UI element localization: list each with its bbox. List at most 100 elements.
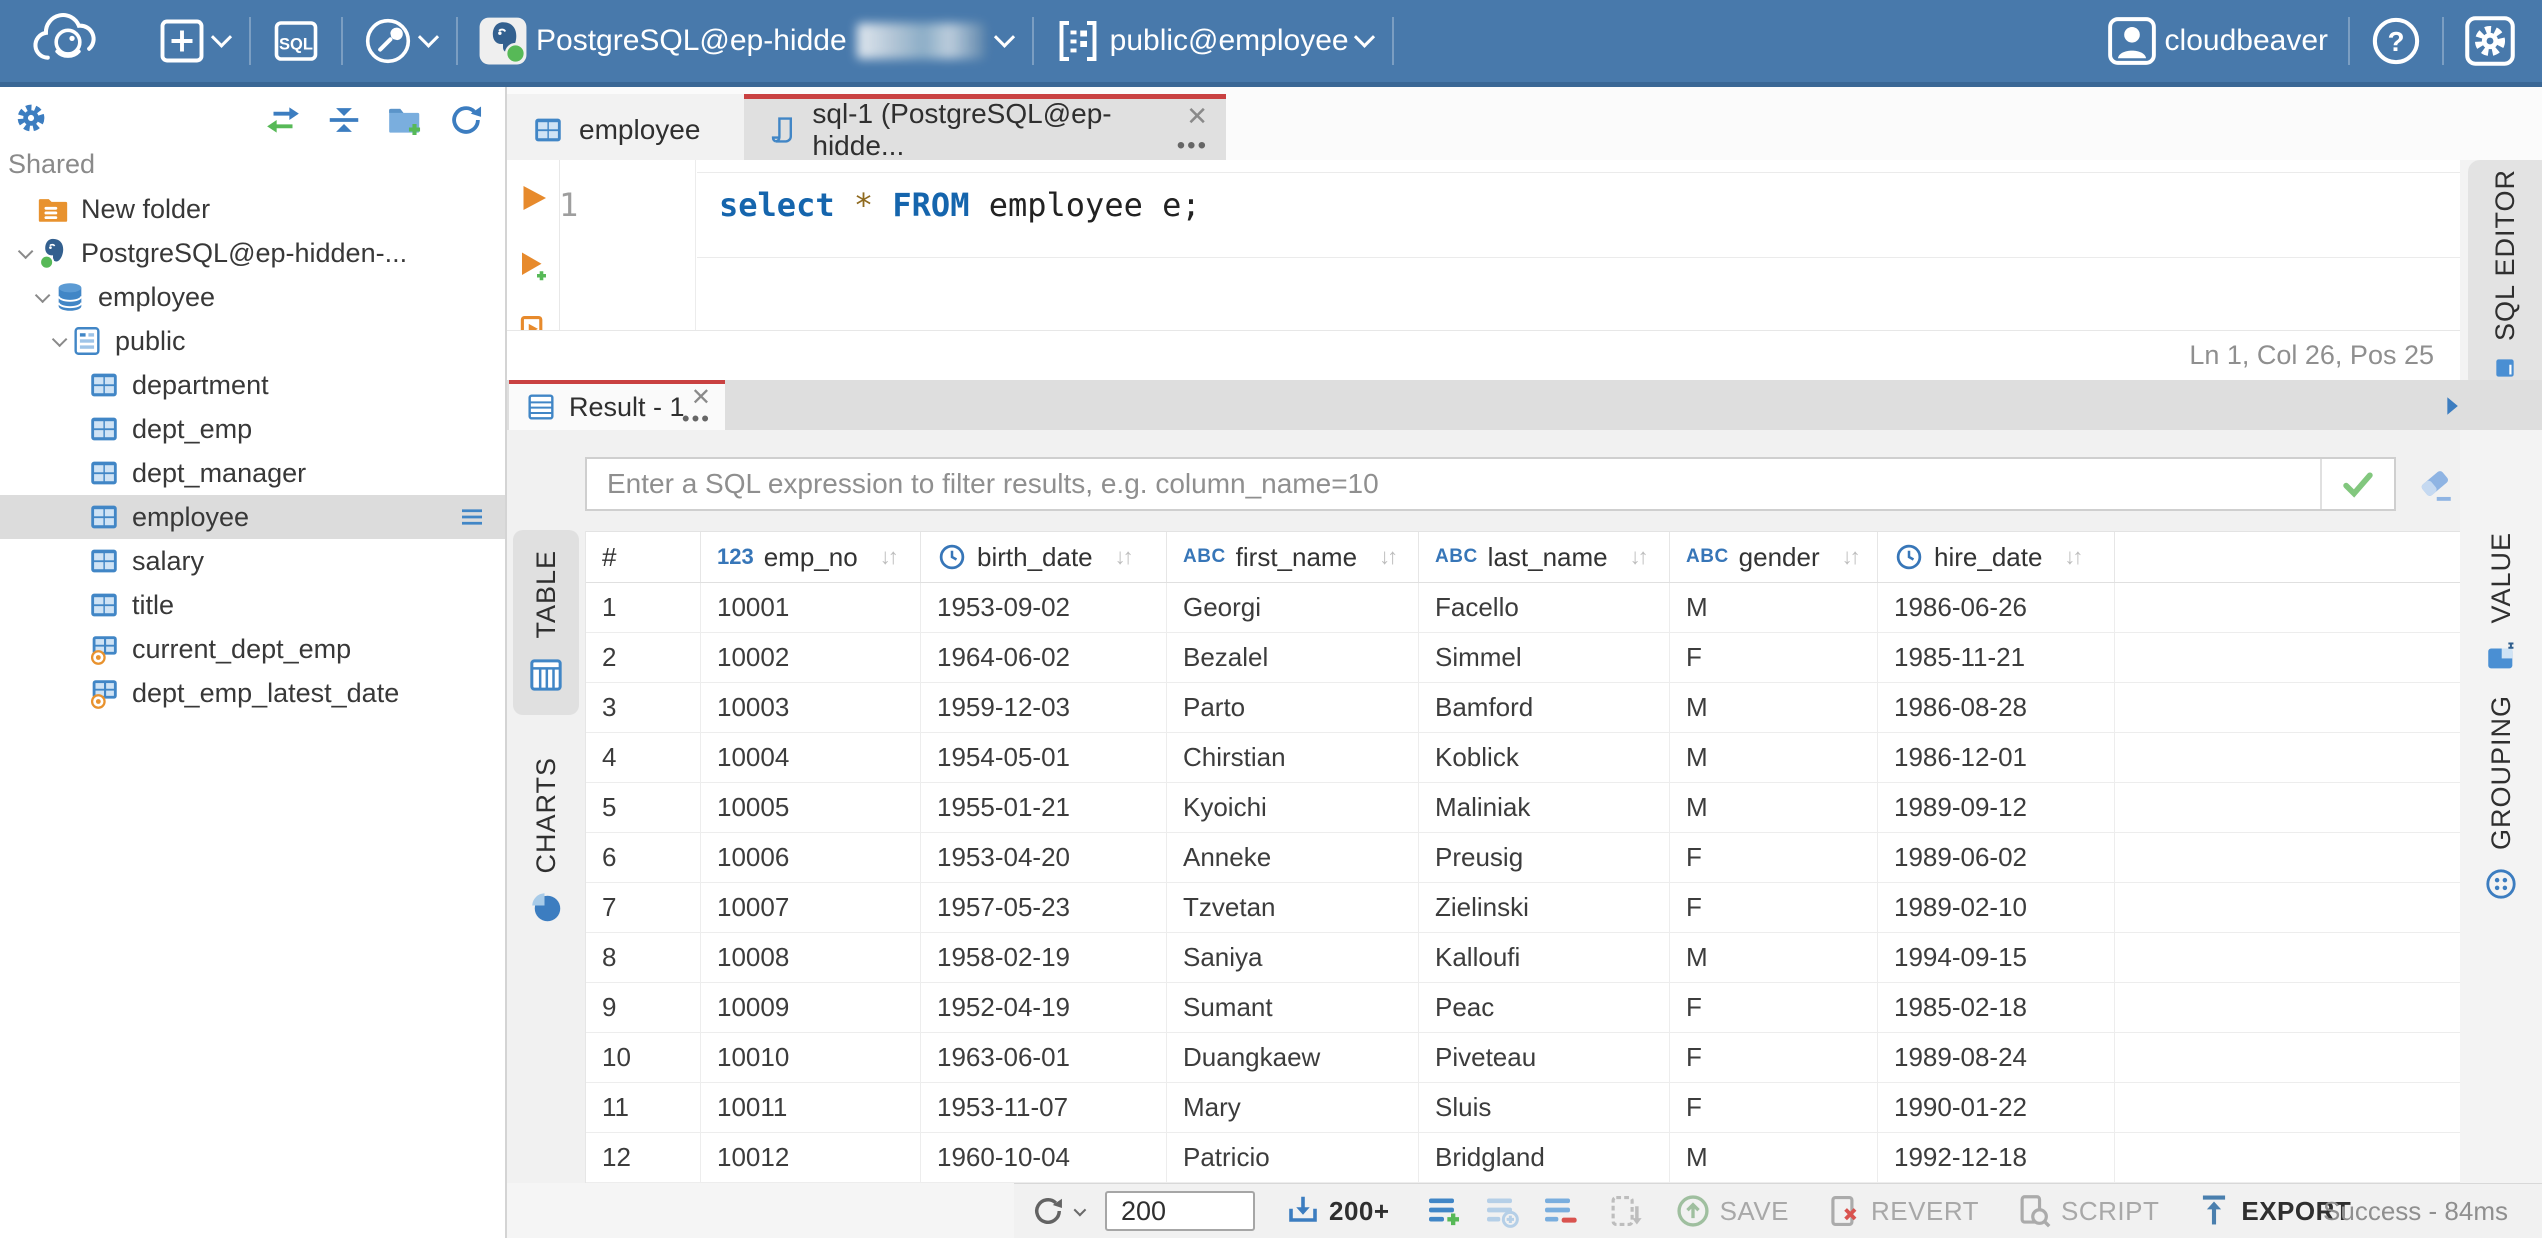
data-cell[interactable]: 1953-11-07 — [921, 1083, 1167, 1132]
data-cell[interactable]: 1986-06-26 — [1878, 583, 2115, 632]
new-folder-button[interactable] — [385, 101, 425, 144]
data-cell[interactable]: M — [1670, 783, 1878, 832]
save-button[interactable]: SAVE — [1674, 1192, 1789, 1230]
table-row[interactable]: 11 10011 1953-11-07 Mary Sluis F 1990-01-22 — [586, 1083, 2460, 1133]
sort-icon[interactable]: ↓↑ — [1115, 544, 1134, 570]
row-number-cell[interactable]: 1 — [586, 583, 701, 632]
data-cell[interactable]: Chirstian — [1167, 733, 1419, 782]
table-row[interactable]: 9 10009 1952-04-19 Sumant Peac F 1985-02-18 — [586, 983, 2460, 1033]
data-cell[interactable]: F — [1670, 833, 1878, 882]
row-number-cell[interactable]: 6 — [586, 833, 701, 882]
data-cell[interactable]: 10004 — [701, 733, 921, 782]
data-cell[interactable]: 1953-09-02 — [921, 583, 1167, 632]
data-cell[interactable]: 1960-10-04 — [921, 1133, 1167, 1182]
data-cell[interactable]: 1986-12-01 — [1878, 733, 2115, 782]
tree-item-new-folder[interactable]: New folder — [0, 187, 505, 231]
sort-icon[interactable]: ↓↑ — [1379, 544, 1398, 570]
sql-editor-button[interactable]: SQL — [271, 17, 321, 65]
tree-item-dept-emp-latest-date[interactable]: dept_emp_latest_date — [0, 671, 505, 715]
data-cell[interactable]: F — [1670, 633, 1878, 682]
fetch-size-input[interactable] — [1105, 1191, 1255, 1231]
data-cell[interactable]: Anneke — [1167, 833, 1419, 882]
data-cell[interactable]: F — [1670, 1033, 1878, 1082]
result-grid[interactable]: #123 emp_no ↓↑ birth_date ↓↑ ABC first_name ↓↑ A… — [585, 531, 2460, 1183]
data-cell[interactable]: 1989-06-02 — [1878, 833, 2115, 882]
data-cell[interactable]: 1985-11-21 — [1878, 633, 2115, 682]
data-cell[interactable]: F — [1670, 1083, 1878, 1132]
sort-icon[interactable]: ↓↑ — [2064, 544, 2083, 570]
data-cell[interactable]: 1986-08-28 — [1878, 683, 2115, 732]
column-header-birth_date[interactable]: birth_date ↓↑ — [921, 532, 1167, 582]
data-cell[interactable]: 10003 — [701, 683, 921, 732]
clear-filter-button[interactable] — [2410, 457, 2460, 511]
row-number-cell[interactable]: 8 — [586, 933, 701, 982]
script-button[interactable]: SCRIPT — [2015, 1192, 2159, 1230]
data-cell[interactable]: 1964-06-02 — [921, 633, 1167, 682]
filter-input[interactable] — [585, 457, 2396, 511]
delete-row-button[interactable] — [1540, 1191, 1580, 1231]
settings-button[interactable] — [2464, 15, 2516, 67]
data-cell[interactable]: 1954-05-01 — [921, 733, 1167, 782]
driver-tools-button[interactable] — [363, 16, 440, 66]
data-cell[interactable]: 10005 — [701, 783, 921, 832]
tree-item-employee[interactable]: employee — [0, 495, 505, 539]
add-row-button[interactable] — [1424, 1191, 1464, 1231]
table-row[interactable]: 1 10001 1953-09-02 Georgi Facello M 1986-06-26 — [586, 583, 2460, 633]
data-cell[interactable]: Georgi — [1167, 583, 1419, 632]
sort-icon[interactable]: ↓↑ — [1842, 544, 1861, 570]
row-number-cell[interactable]: 10 — [586, 1033, 701, 1082]
expand-panel-button[interactable] — [2438, 392, 2466, 425]
data-cell[interactable]: 1989-02-10 — [1878, 883, 2115, 932]
column-header-gender[interactable]: ABC gender ↓↑ — [1670, 532, 1878, 582]
data-cell[interactable]: 1957-05-23 — [921, 883, 1167, 932]
data-cell[interactable]: F — [1670, 983, 1878, 1032]
fetch-more-button[interactable]: 200+ — [1285, 1193, 1390, 1229]
help-button[interactable]: ? — [2370, 15, 2422, 67]
sort-icon[interactable]: ↓↑ — [880, 544, 899, 570]
data-cell[interactable]: Zielinski — [1419, 883, 1670, 932]
column-header-row-number[interactable]: # — [586, 532, 701, 582]
apply-filter-button[interactable] — [2320, 459, 2394, 509]
data-cell[interactable]: M — [1670, 933, 1878, 982]
cloudbeaver-logo-icon[interactable] — [26, 11, 110, 72]
data-cell[interactable]: 1953-04-20 — [921, 833, 1167, 882]
sidebar-settings-button[interactable] — [12, 99, 50, 142]
data-cell[interactable]: 1952-04-19 — [921, 983, 1167, 1032]
data-cell[interactable]: 10010 — [701, 1033, 921, 1082]
data-cell[interactable]: F — [1670, 883, 1878, 932]
tree-item-title[interactable]: title — [0, 583, 505, 627]
row-menu-icon[interactable] — [455, 502, 489, 539]
sql-editor[interactable]: 1 select * FROM employee e; — [507, 160, 2460, 347]
schema-selector[interactable]: public@employee — [1054, 17, 1375, 65]
data-cell[interactable]: 10008 — [701, 933, 921, 982]
tab-result-1[interactable]: Result - 1 ✕ ••• — [509, 380, 725, 430]
data-cell[interactable]: Sluis — [1419, 1083, 1670, 1132]
tab-sql-editor-vertical[interactable]: SQL EDITOR — [2468, 160, 2542, 390]
tree-item-postgresql-ep-hidden-[interactable]: PostgreSQL@ep-hidden-... — [0, 231, 505, 275]
duplicate-row-button[interactable] — [1482, 1191, 1522, 1231]
execute-new-tab-button[interactable] — [516, 246, 552, 291]
data-cell[interactable]: 1985-02-18 — [1878, 983, 2115, 1032]
data-cell[interactable]: M — [1670, 1133, 1878, 1182]
table-row[interactable]: 12 10012 1960-10-04 Patricio Bridgland M 1992-… — [586, 1133, 2460, 1183]
sql-code-line[interactable]: select * FROM employee e; — [719, 186, 1201, 224]
data-cell[interactable]: Saniya — [1167, 933, 1419, 982]
row-number-cell[interactable]: 9 — [586, 983, 701, 1032]
data-cell[interactable]: Patricio — [1167, 1133, 1419, 1182]
data-cell[interactable]: 1955-01-21 — [921, 783, 1167, 832]
data-cell[interactable]: Kalloufi — [1419, 933, 1670, 982]
data-cell[interactable]: 10001 — [701, 583, 921, 632]
tree-item-current-dept-emp[interactable]: current_dept_emp — [0, 627, 505, 671]
data-cell[interactable]: Facello — [1419, 583, 1670, 632]
tab-table-view[interactable]: TABLE — [513, 530, 579, 715]
data-cell[interactable]: Tzvetan — [1167, 883, 1419, 932]
data-cell[interactable]: 1994-09-15 — [1878, 933, 2115, 982]
data-cell[interactable]: Sumant — [1167, 983, 1419, 1032]
revert-button[interactable]: REVERT — [1825, 1192, 1979, 1230]
table-row[interactable]: 3 10003 1959-12-03 Parto Bamford M 1986-08-28 — [586, 683, 2460, 733]
tree-item-department[interactable]: department — [0, 363, 505, 407]
data-cell[interactable]: 10009 — [701, 983, 921, 1032]
refresh-tree-button[interactable] — [447, 101, 485, 144]
table-row[interactable]: 2 10002 1964-06-02 Bezalel Simmel F 1985-11-21 — [586, 633, 2460, 683]
column-header-emp_no[interactable]: 123 emp_no ↓↑ — [701, 532, 921, 582]
